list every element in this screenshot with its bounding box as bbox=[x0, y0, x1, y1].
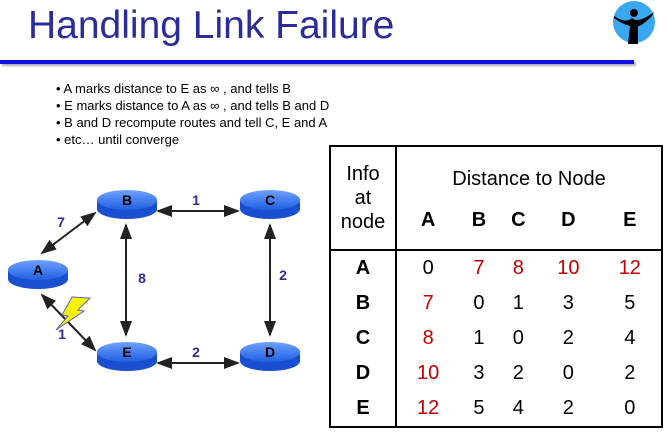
distance-cell: 7 bbox=[422, 292, 434, 315]
distance-cell: 0 bbox=[562, 361, 574, 384]
row-label: E bbox=[330, 390, 397, 427]
svg-text:A: A bbox=[33, 262, 43, 278]
bullet: E marks distance to A as ∞ , and tells B… bbox=[56, 97, 329, 114]
bullet-list: A marks distance to E as ∞ , and tells B… bbox=[56, 80, 329, 148]
distance-cell: 4 bbox=[624, 327, 636, 350]
column-header: A bbox=[420, 208, 436, 231]
column-header: E bbox=[623, 208, 637, 231]
svg-text:B: B bbox=[122, 192, 132, 208]
bullet: etc… until converge bbox=[56, 131, 329, 148]
cost-label: 1 bbox=[192, 192, 200, 208]
table-header: Distance to Node bbox=[452, 168, 606, 190]
distance-cell: 2 bbox=[562, 396, 574, 419]
row-label: B bbox=[330, 286, 397, 322]
svg-text:D: D bbox=[265, 344, 275, 360]
bullet: B and D recompute routes and tell C, E a… bbox=[56, 114, 329, 131]
distance-cell: 0 bbox=[624, 396, 636, 419]
svg-text:C: C bbox=[265, 192, 275, 208]
distance-cell: 4 bbox=[512, 396, 524, 419]
row-label: D bbox=[330, 355, 397, 391]
column-header: B bbox=[471, 208, 487, 231]
distance-cell: 5 bbox=[473, 396, 485, 419]
distance-cell: 10 bbox=[417, 361, 440, 384]
distance-cell: 0 bbox=[396, 249, 460, 287]
distance-cell: 1 bbox=[512, 292, 524, 315]
title-underline bbox=[0, 60, 634, 64]
router-node-b: B bbox=[97, 190, 157, 219]
table-row: D 10 3 2 0 2 bbox=[330, 355, 662, 391]
bullet: A marks distance to E as ∞ , and tells B bbox=[56, 80, 329, 97]
table-row: A 0 7 8 10 12 bbox=[330, 249, 662, 287]
distance-cell: 0 bbox=[512, 327, 524, 350]
cost-label: 1 bbox=[58, 326, 66, 342]
table-row: E 12 5 4 2 0 bbox=[330, 390, 662, 427]
distance-cell: 8 bbox=[422, 327, 434, 350]
distance-cell: 2 bbox=[624, 361, 636, 384]
link-a-b bbox=[40, 211, 97, 255]
column-header: C bbox=[511, 208, 526, 231]
router-node-c: C bbox=[240, 190, 300, 219]
distance-cell: 5 bbox=[624, 292, 636, 315]
cost-label: 2 bbox=[279, 267, 287, 283]
row-label: A bbox=[330, 249, 397, 287]
logo-icon bbox=[613, 1, 655, 44]
corner-label: Info at node bbox=[330, 146, 397, 251]
distance-cell: 2 bbox=[562, 327, 574, 350]
distance-table: Info at node Distance to Node A B C D E A0… bbox=[329, 145, 663, 428]
distance-cell: 12 bbox=[598, 249, 662, 287]
distance-cell: 3 bbox=[473, 361, 485, 384]
distance-cell: 1 bbox=[473, 327, 485, 350]
network-diagram: 7 1 8 2 2 1 A B C D E bbox=[8, 190, 300, 371]
router-node-d: D bbox=[240, 342, 300, 371]
cost-label: 7 bbox=[57, 214, 65, 230]
distance-cell: 0 bbox=[473, 292, 485, 315]
slide-title: Handling Link Failure bbox=[28, 4, 395, 47]
column-header: D bbox=[561, 208, 576, 231]
distance-cell: 7 bbox=[459, 249, 499, 287]
table-row: B 7 0 1 3 5 bbox=[330, 286, 662, 322]
cost-label: 2 bbox=[192, 344, 200, 360]
svg-text:E: E bbox=[122, 344, 131, 360]
router-node-a: A bbox=[8, 260, 68, 289]
distance-cell: 10 bbox=[538, 249, 599, 287]
router-node-e: E bbox=[97, 342, 157, 371]
table-row: C 8 1 0 2 4 bbox=[330, 321, 662, 356]
distance-cell: 12 bbox=[417, 396, 440, 419]
distance-cell: 2 bbox=[512, 361, 524, 384]
distance-cell: 3 bbox=[562, 292, 574, 315]
row-label: C bbox=[330, 321, 397, 356]
cost-label: 8 bbox=[138, 270, 146, 286]
distance-cell: 8 bbox=[498, 249, 539, 287]
